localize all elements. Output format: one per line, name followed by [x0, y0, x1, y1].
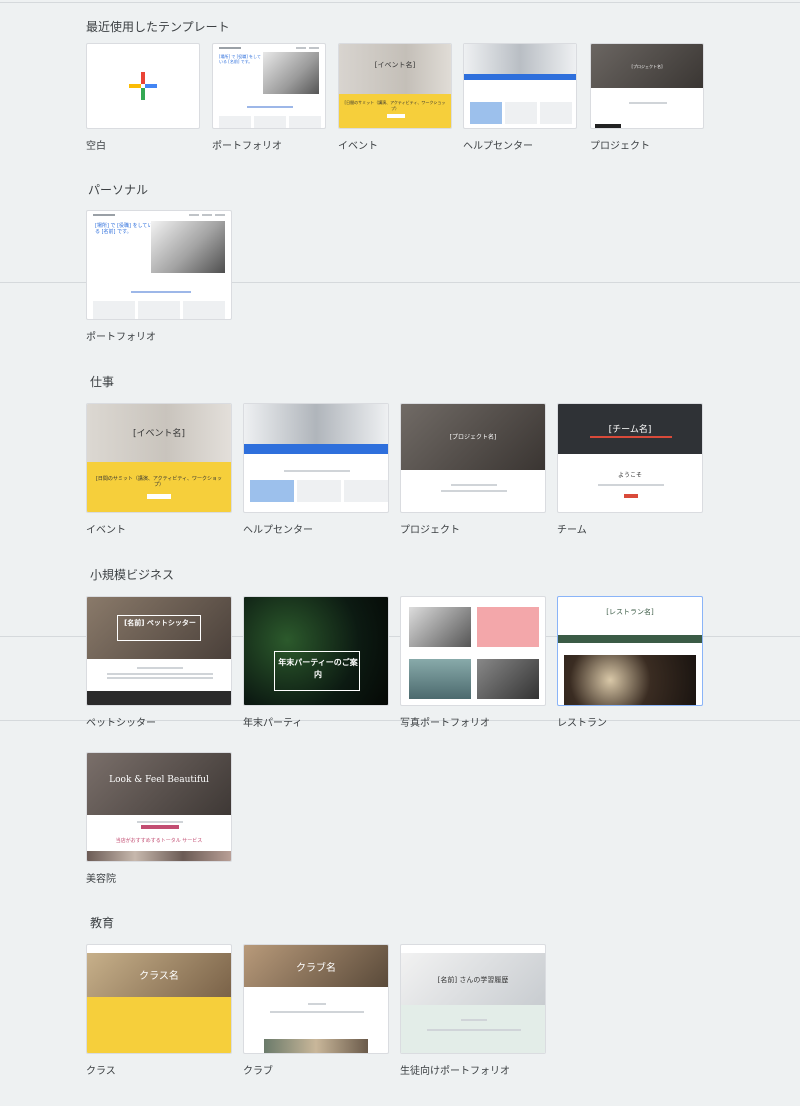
- template-thumbnail: [チーム名] ようこそ: [557, 403, 703, 513]
- template-label: ポートフォリオ: [212, 141, 282, 152]
- template-label: プロジェクト: [400, 525, 460, 536]
- template-label: クラブ: [243, 1066, 273, 1077]
- template-card-help-center[interactable]: ヘルプセンター: [463, 43, 577, 152]
- template-card-blank[interactable]: 空白: [86, 43, 200, 152]
- section-title-personal: パーソナル: [88, 183, 149, 197]
- template-label: イベント: [86, 525, 126, 536]
- template-label: イベント: [338, 141, 378, 152]
- template-thumbnail: [400, 596, 546, 706]
- template-thumbnail: [名前] ペットシッター: [86, 596, 232, 706]
- template-card-photo-portfolio[interactable]: 写真ポートフォリオ: [400, 596, 546, 729]
- template-card-portfolio[interactable]: [場所] で [役職] をしている [名前] です。 ポートフォリオ: [212, 43, 326, 152]
- template-label: 空白: [86, 141, 106, 152]
- template-thumbnail: [プロジェクト名]: [400, 403, 546, 513]
- template-card-beauty-salon[interactable]: Look & Feel Beautiful 当店がおすすめするトータル サービス…: [86, 752, 232, 885]
- template-card-portfolio[interactable]: [場所] で [役職] をしている [名前] です。 ポートフォリオ: [86, 210, 232, 343]
- template-label: チーム: [557, 525, 587, 536]
- template-card-project[interactable]: [プロジェクト名] プロジェクト: [590, 43, 704, 152]
- template-thumbnail: [プロジェクト名]: [590, 43, 704, 129]
- template-thumbnail: [イベント名] [日間のサミット（講演、アクティビティ、ワークショップ）: [338, 43, 452, 129]
- template-thumbnail: [463, 43, 577, 129]
- template-label: 生徒向けポートフォリオ: [400, 1066, 510, 1077]
- template-label: 美容院: [86, 874, 116, 885]
- template-card-help-center[interactable]: ヘルプセンター: [243, 403, 389, 536]
- section-title-small-business: 小規模ビジネス: [90, 568, 175, 582]
- section-title-recent: 最近使用したテンプレート: [86, 20, 230, 34]
- divider: [0, 2, 800, 3]
- template-thumbnail: Look & Feel Beautiful 当店がおすすめするトータル サービス: [86, 752, 232, 862]
- template-label: クラス: [86, 1066, 116, 1077]
- template-card-event[interactable]: [イベント名] [日間のサミット（講演、アクティビティ、ワークショップ） イベン…: [338, 43, 452, 152]
- template-label: プロジェクト: [590, 141, 650, 152]
- template-thumbnail: [名前] さんの学習履歴: [400, 944, 546, 1054]
- template-thumbnail: [243, 403, 389, 513]
- section-title-work: 仕事: [90, 375, 115, 389]
- photo-image: [151, 221, 225, 273]
- template-card-team[interactable]: [チーム名] ようこそ チーム: [557, 403, 703, 536]
- template-card-event[interactable]: [イベント名] [日間のサミット（講演、アクティビティ、ワークショップ） イベン…: [86, 403, 232, 536]
- template-label: 年末パーティ: [243, 718, 303, 729]
- template-label: ヘルプセンター: [463, 141, 533, 152]
- template-thumbnail: [86, 43, 200, 129]
- template-thumbnail: [場所] で [役職] をしている [名前] です。: [86, 210, 232, 320]
- template-thumbnail: クラス名: [86, 944, 232, 1054]
- section-title-education: 教育: [90, 916, 115, 930]
- template-card-pet-sitter[interactable]: [名前] ペットシッター ペットシッター: [86, 596, 232, 729]
- template-label: ヘルプセンター: [243, 525, 313, 536]
- template-label: レストラン: [557, 718, 607, 729]
- template-thumbnail: 年末パーティーのご案内: [243, 596, 389, 706]
- template-thumbnail: クラブ名: [243, 944, 389, 1054]
- template-label: 写真ポートフォリオ: [400, 718, 490, 729]
- template-thumbnail: [場所] で [役職] をしている [名前] です。: [212, 43, 326, 129]
- template-label: ポートフォリオ: [86, 332, 156, 343]
- template-thumbnail: [レストラン名]: [557, 596, 703, 706]
- template-card-club[interactable]: クラブ名 クラブ: [243, 944, 389, 1077]
- template-label: ペットシッター: [86, 718, 156, 729]
- photo-image: [263, 52, 319, 94]
- template-card-restaurant[interactable]: [レストラン名] レストラン: [557, 596, 703, 729]
- template-card-year-end-party[interactable]: 年末パーティーのご案内 年末パーティ: [243, 596, 389, 729]
- template-card-project[interactable]: [プロジェクト名] プロジェクト: [400, 403, 546, 536]
- template-thumbnail: [イベント名] [日間のサミット（講演、アクティビティ、ワークショップ）: [86, 403, 232, 513]
- template-card-class[interactable]: クラス名 クラス: [86, 944, 232, 1077]
- plus-icon: [129, 72, 157, 100]
- template-card-student-portfolio[interactable]: [名前] さんの学習履歴 生徒向けポートフォリオ: [400, 944, 546, 1077]
